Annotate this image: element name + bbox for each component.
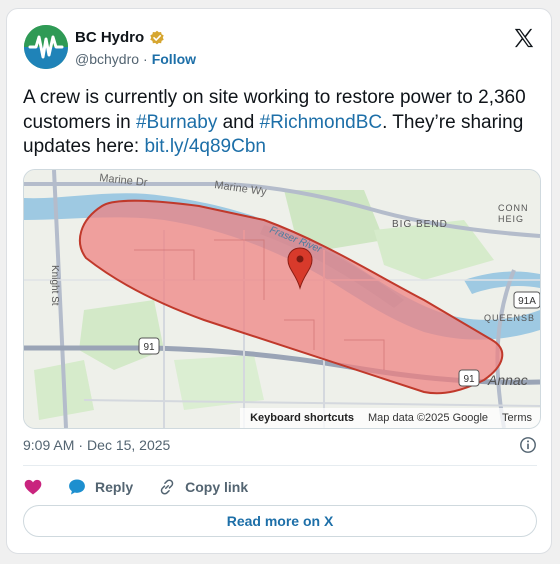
reply-bubble-icon: [69, 479, 85, 495]
heart-icon: [24, 479, 42, 495]
tweet-date[interactable]: Dec 15, 2025: [87, 437, 170, 453]
x-logo-icon[interactable]: [513, 27, 535, 49]
route-91-label: 91: [143, 342, 155, 353]
handle[interactable]: @bchydro: [75, 51, 139, 67]
copy-link-button[interactable]: Copy link: [157, 477, 248, 497]
hashtag-burnaby[interactable]: #Burnaby: [136, 112, 217, 133]
keyboard-shortcuts-link[interactable]: Keyboard shortcuts: [250, 412, 354, 424]
hashtag-richmondbc[interactable]: #RichmondBC: [260, 112, 383, 133]
tweet-time[interactable]: 9:09 AM: [23, 437, 74, 453]
like-button[interactable]: [23, 477, 43, 497]
route-91-shield-2-icon: 91: [458, 369, 480, 387]
read-more-button[interactable]: Read more on X: [23, 505, 537, 537]
map-footer: Keyboard shortcuts Map data ©2025 Google…: [240, 408, 540, 428]
bc-hydro-logo-icon: [24, 25, 68, 69]
label-big-bend: BIG BEND: [392, 219, 448, 230]
timestamp-row: 9:09 AM · Dec 15, 2025: [23, 437, 537, 453]
route-91-shield-icon: 91: [138, 337, 160, 355]
tweet-text: A crew is currently on site working to r…: [23, 86, 543, 160]
label-knight-st: Knight St: [49, 265, 60, 306]
handle-separator: ·: [143, 51, 148, 67]
tweet-card: BC Hydro @bchydro · Follow A crew is cur…: [6, 8, 552, 554]
label-queensborough: QUEENSB: [484, 313, 535, 323]
link-icon: [160, 479, 174, 495]
timestamp-separator: ·: [78, 437, 84, 453]
route-91a-shield-icon: 91A: [513, 291, 540, 309]
label-annacis: Annac: [487, 372, 528, 388]
tweet-link[interactable]: bit.ly/4q89Cbn: [144, 136, 265, 157]
label-connaught-heights: CONN HEIG: [498, 203, 529, 224]
action-bar: Reply Copy link: [23, 477, 272, 497]
tweet-text-part2: and: [217, 111, 260, 133]
reply-label: Reply: [95, 479, 134, 495]
terms-link[interactable]: Terms: [502, 412, 532, 424]
map-data-attribution: Map data ©2025 Google: [368, 412, 489, 424]
display-name[interactable]: BC Hydro: [75, 29, 144, 46]
outage-map[interactable]: 91 91 91A Marine Dr Marine Wy Fraser Riv…: [23, 169, 541, 429]
copy-link-label: Copy link: [185, 479, 249, 495]
info-icon[interactable]: [519, 436, 537, 454]
route-91a-label: 91A: [518, 296, 536, 307]
divider: [23, 465, 537, 466]
verified-badge-icon: [150, 30, 164, 44]
reply-button[interactable]: Reply: [67, 477, 133, 497]
avatar[interactable]: [24, 25, 68, 69]
follow-button[interactable]: Follow: [152, 51, 196, 67]
map-canvas[interactable]: 91 91 91A Marine Dr Marine Wy Fraser Riv…: [24, 170, 540, 428]
route-91-label-2: 91: [463, 374, 475, 385]
